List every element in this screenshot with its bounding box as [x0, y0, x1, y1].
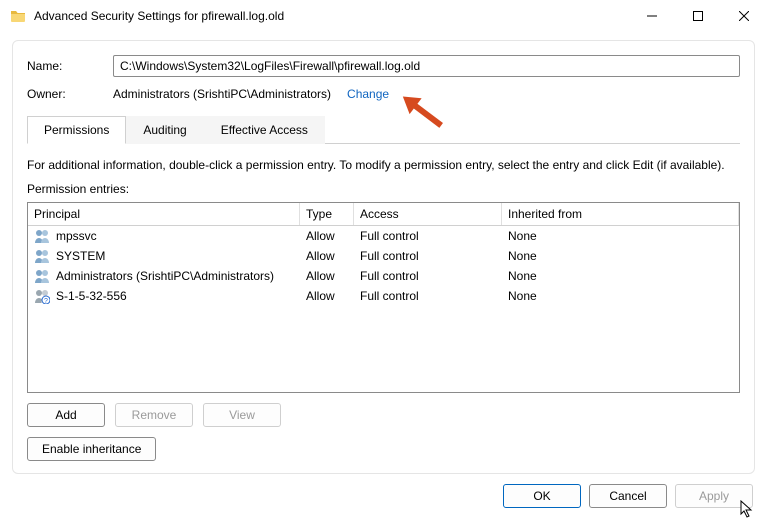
permission-entries-label: Permission entries:	[27, 182, 740, 196]
inherited-text: None	[502, 227, 739, 245]
type-text: Allow	[300, 267, 354, 285]
type-text: Allow	[300, 227, 354, 245]
table-row[interactable]: mpssvc AllowFull controlNone	[28, 226, 739, 246]
inherited-text: None	[502, 267, 739, 285]
principal-text: mpssvc	[56, 229, 97, 243]
col-type[interactable]: Type	[300, 203, 354, 225]
principal-icon	[34, 228, 50, 244]
minimize-button[interactable]	[629, 0, 675, 32]
tab-permissions[interactable]: Permissions	[27, 116, 126, 144]
principal-text: SYSTEM	[56, 249, 105, 263]
tab-strip: Permissions Auditing Effective Access	[27, 115, 740, 144]
type-text: Allow	[300, 247, 354, 265]
principal-text: Administrators (SrishtiPC\Administrators…	[56, 269, 274, 283]
view-button[interactable]: View	[203, 403, 281, 427]
enable-inheritance-button[interactable]: Enable inheritance	[27, 437, 156, 461]
svg-text:?: ?	[44, 298, 48, 304]
table-row[interactable]: ? S-1-5-32-556 AllowFull controlNone	[28, 286, 739, 306]
ok-button[interactable]: OK	[503, 484, 581, 508]
table-body: mpssvcAllowFull controlNoneSYSTEMAllowFu…	[28, 226, 739, 306]
inheritance-row: Enable inheritance	[27, 437, 740, 461]
change-owner-link[interactable]: Change	[347, 87, 389, 101]
name-field[interactable]: C:\Windows\System32\LogFiles\Firewall\pf…	[113, 55, 740, 77]
cancel-button[interactable]: Cancel	[589, 484, 667, 508]
access-text: Full control	[354, 267, 502, 285]
col-inherited[interactable]: Inherited from	[502, 203, 739, 225]
col-principal[interactable]: Principal	[28, 203, 300, 225]
access-text: Full control	[354, 247, 502, 265]
table-row[interactable]: Administrators (SrishtiPC\Administrators…	[28, 266, 739, 286]
tab-auditing[interactable]: Auditing	[126, 116, 203, 144]
content-panel: Name: C:\Windows\System32\LogFiles\Firew…	[12, 40, 755, 474]
access-text: Full control	[354, 287, 502, 305]
tab-effective-access[interactable]: Effective Access	[204, 116, 325, 144]
add-button[interactable]: Add	[27, 403, 105, 427]
table-row[interactable]: SYSTEM AllowFull controlNone	[28, 246, 739, 266]
name-label: Name:	[27, 59, 113, 73]
table-header: Principal Type Access Inherited from	[28, 203, 739, 226]
entry-buttons: Add Remove View	[27, 403, 740, 427]
window-controls	[629, 0, 767, 32]
permission-table: Principal Type Access Inherited from mps…	[27, 202, 740, 393]
principal-icon	[34, 248, 50, 264]
principal-icon	[34, 268, 50, 284]
inherited-text: None	[502, 247, 739, 265]
titlebar: Advanced Security Settings for pfirewall…	[0, 0, 767, 32]
access-text: Full control	[354, 227, 502, 245]
owner-row: Owner: Administrators (SrishtiPC\Adminis…	[27, 87, 740, 101]
remove-button[interactable]: Remove	[115, 403, 193, 427]
col-access[interactable]: Access	[354, 203, 502, 225]
folder-icon	[10, 8, 26, 24]
principal-text: S-1-5-32-556	[56, 289, 127, 303]
principal-icon: ?	[34, 288, 50, 304]
owner-label: Owner:	[27, 87, 113, 101]
type-text: Allow	[300, 287, 354, 305]
maximize-button[interactable]	[675, 0, 721, 32]
name-row: Name: C:\Windows\System32\LogFiles\Firew…	[27, 55, 740, 77]
info-text: For additional information, double-click…	[27, 158, 740, 172]
dialog-buttons: OK Cancel Apply	[0, 474, 767, 520]
owner-value: Administrators (SrishtiPC\Administrators…	[113, 87, 331, 101]
apply-button[interactable]: Apply	[675, 484, 753, 508]
close-button[interactable]	[721, 0, 767, 32]
window-title: Advanced Security Settings for pfirewall…	[34, 9, 284, 23]
window: Advanced Security Settings for pfirewall…	[0, 0, 767, 520]
inherited-text: None	[502, 287, 739, 305]
